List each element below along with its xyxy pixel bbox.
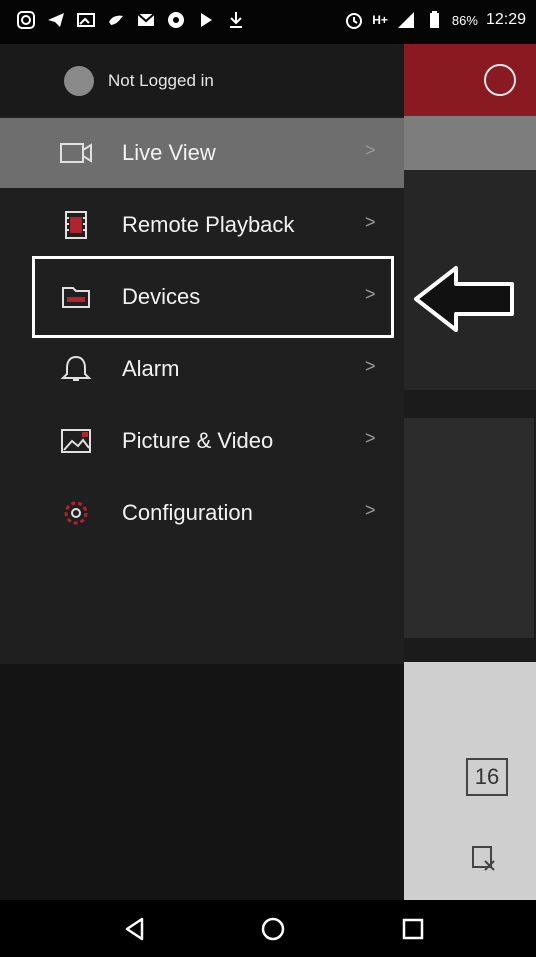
- notification-icons: [16, 10, 246, 30]
- video-pane-2: [404, 418, 534, 638]
- login-status: Not Logged in: [108, 71, 214, 90]
- menu-item-live-view[interactable]: Live View >: [0, 118, 404, 188]
- recent-apps-icon[interactable]: [398, 914, 428, 944]
- bell-icon: [60, 355, 92, 381]
- chevron-right-icon: >: [365, 500, 376, 520]
- navigation-drawer: Not Logged in Live View > Remote Playbac…: [0, 44, 404, 900]
- menu-item-label: Alarm: [122, 356, 180, 381]
- telegram-icon: [48, 13, 64, 27]
- chevron-right-icon: >: [365, 356, 376, 376]
- battery-icon: [429, 11, 439, 28]
- menu-item-picture-video[interactable]: Picture & Video >: [0, 406, 404, 476]
- system-navigation-bar: [0, 900, 536, 957]
- clock: 12:29: [485, 11, 526, 28]
- status-bar: H+ 86% 12:29: [0, 0, 536, 44]
- menu-item-label: Remote Playback: [122, 212, 295, 237]
- chevron-right-icon: >: [365, 140, 376, 160]
- home-icon[interactable]: [258, 914, 288, 944]
- gallery-icon: [77, 13, 95, 27]
- user-header[interactable]: Not Logged in: [0, 44, 404, 116]
- menu-item-alarm[interactable]: Alarm >: [0, 334, 404, 404]
- menu-item-remote-playback[interactable]: Remote Playback >: [0, 190, 404, 260]
- screen: H+ 86% 12:29 16 Not Logged in Live View …: [0, 0, 536, 957]
- video-camera-icon: [60, 143, 92, 163]
- signal-icon: [397, 12, 414, 28]
- system-status: H+ 86% 12:29: [344, 10, 526, 30]
- avatar: [64, 66, 94, 96]
- menu-item-label: Picture & Video: [122, 428, 274, 453]
- chrome-icon: [168, 12, 184, 28]
- settings-gear-icon: [64, 501, 88, 525]
- pointer-arrow-icon: [414, 266, 514, 332]
- sixteen-split-button[interactable]: 16: [466, 758, 508, 796]
- menu-item-configuration[interactable]: Configuration >: [0, 478, 404, 548]
- picture-icon: [61, 429, 91, 453]
- bird-icon: [109, 15, 123, 25]
- drawer-bottom-shade: [0, 664, 404, 900]
- menu-item-label: Live View: [122, 140, 216, 165]
- background-toolbar: [404, 116, 536, 170]
- menu-item-label: Configuration: [122, 500, 253, 525]
- chevron-right-icon: >: [365, 212, 376, 232]
- play-store-icon: [201, 13, 212, 27]
- layout-switch-icon[interactable]: [484, 64, 516, 96]
- devices-highlight-box: [32, 256, 394, 338]
- download-icon: [230, 12, 242, 28]
- clear-window-icon[interactable]: [470, 844, 498, 874]
- film-icon: [65, 211, 87, 239]
- app-header-background: [404, 44, 536, 116]
- alarm-clock-icon: [346, 13, 363, 29]
- network-type: H+: [372, 13, 388, 27]
- battery-percent: 86%: [451, 12, 478, 28]
- back-icon[interactable]: [120, 914, 150, 944]
- chevron-right-icon: >: [365, 428, 376, 448]
- instagram-icon: [17, 11, 35, 29]
- mail-icon: [137, 13, 155, 26]
